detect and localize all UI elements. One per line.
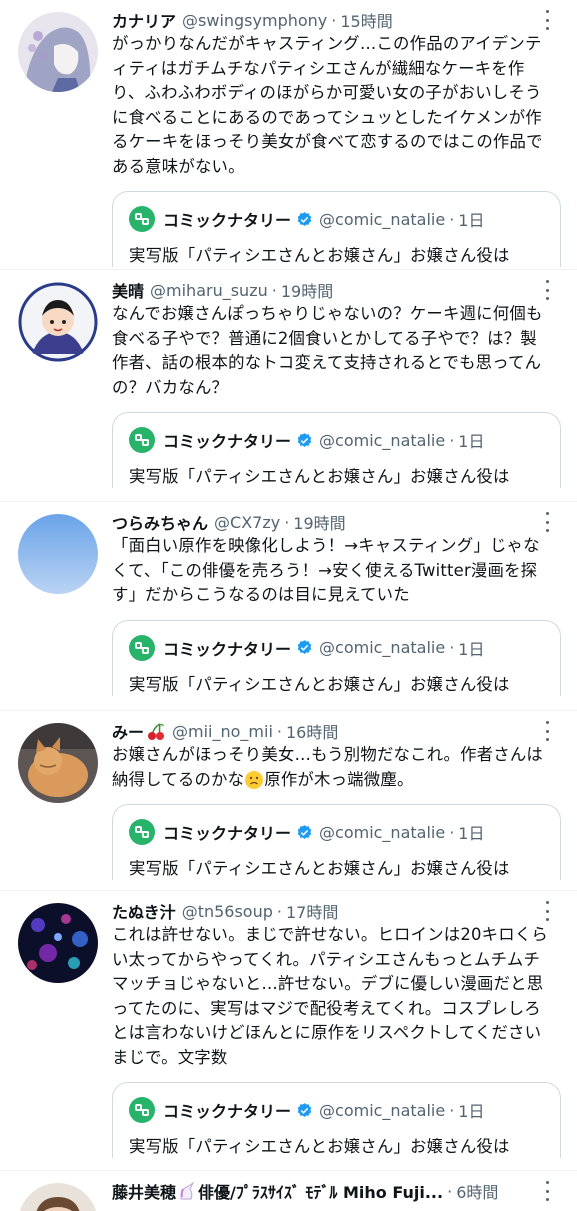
avatar[interactable] [18,12,98,92]
user-handle[interactable]: @miharu_suzu [150,281,268,300]
quoted-timestamp: 1日 [458,211,485,230]
quoted-display-name: コミックナタリー [163,639,292,659]
quoted-tweet[interactable]: コミックナタリー @comic_natalie · 1日 実写版「パティシエさん… [112,191,561,267]
display-name[interactable]: つらみちゃん [112,510,208,534]
separator-dot: · [449,1100,455,1120]
comic-natalie-logo-icon [129,427,155,453]
cherry-emoji-icon [148,723,165,740]
separator-dot: · [447,1181,453,1201]
more-dots-icon[interactable] [539,901,555,921]
quoted-display-name: コミックナタリー [163,432,292,451]
quoted-tweet[interactable]: コミックナタリー @comic_natalie · 1日 実写版「パティシエさん… [112,412,561,488]
avatar[interactable] [18,1183,98,1211]
tweet[interactable]: カナリア @swingsymphony · 15時間 がっかりなんだがキャスティ… [0,0,577,270]
quoted-display-name: コミックナタリー [163,211,292,230]
quoted-timestamp: 1日 [458,824,485,843]
quoted-user-handle: @comic_natalie [319,638,446,657]
separator-dot: · [449,209,455,229]
verified-badge-icon [297,824,312,839]
avatar[interactable] [18,514,98,594]
tweet[interactable]: 美晴 @miharu_suzu · 19時間 なんでお嬢さんぽっちゃりじゃないの… [0,270,577,502]
timestamp[interactable]: 15時間 [340,8,392,32]
display-name[interactable]: たぬき汁 [112,899,176,923]
quoted-tweet[interactable]: コミックナタリー @comic_natalie · 1日 実写版「パティシエさん… [112,1082,561,1158]
frowning-face-emoji-icon [245,771,264,789]
comic-natalie-logo-icon [129,819,155,845]
timestamp[interactable]: 16時間 [286,719,338,743]
avatar[interactable] [18,903,98,983]
quoted-user-handle: @comic_natalie [319,822,446,842]
tweet-text: 「面白い原作を映像化しよう！→キャスティング」じゃなくて、「この俳優を売ろう！→… [112,536,540,604]
comic-natalie-logo-icon [129,1097,155,1123]
timestamp[interactable]: 19時間 [293,510,345,534]
more-dots-icon[interactable] [539,1181,555,1201]
quoted-user-handle: @comic_natalie [319,209,446,229]
comic-natalie-logo-icon [129,206,155,232]
quoted-user-handle: @comic_natalie [319,1100,446,1120]
quoted-tweet[interactable]: コミックナタリー @comic_natalie · 1日 実写版「パティシエさん… [112,619,561,696]
timestamp[interactable]: 19時間 [281,278,333,302]
quoted-user-handle: @comic_natalie [319,430,446,450]
quoted-display-name: コミックナタリー [163,1102,292,1121]
separator-dot: · [276,721,282,741]
user-handle[interactable]: @swingsymphony [182,11,327,30]
separator-dot: · [271,280,277,300]
separator-dot: · [331,10,337,30]
comic-natalie-logo-icon [129,634,155,661]
quoted-display-name: コミックナタリー [163,824,292,843]
display-name[interactable]: 藤井美穂 [112,1179,176,1203]
quoted-timestamp: 1日 [458,432,485,451]
timeline-feed: カナリア @swingsymphony · 15時間 がっかりなんだがキャスティ… [0,0,577,1211]
verified-badge-icon [297,640,312,654]
more-dots-icon[interactable] [539,512,555,532]
tweet[interactable]: たぬき汁 @tn56soup · 17時間 これは許せない。まじで許せない。ヒロ… [0,891,577,1171]
tweet[interactable]: 藤井美穂 俳優/ﾌﾟﾗｽｻｲｽﾞ ﾓﾃﾞﾙ Miho Fuji... · 6時間 [0,1171,577,1211]
avatar[interactable] [18,723,98,803]
more-dots-icon[interactable] [539,280,555,300]
display-name[interactable]: みー [112,719,144,743]
verified-badge-icon [297,1102,312,1117]
quoted-text: 実写版「パティシエさんとお嬢さん」お嬢さん役は [129,674,510,694]
separator-dot: · [284,512,290,532]
quoted-text: 実写版「パティシエさんとお嬢さん」お嬢さん役は [129,246,510,265]
user-handle[interactable]: @mii_no_mii [172,722,273,741]
display-name[interactable]: カナリア [112,8,176,32]
separator-dot: · [449,822,455,842]
user-handle[interactable]: @CX7zy [214,513,280,532]
unicorn-emoji-icon [180,1181,195,1200]
timestamp[interactable]: 6時間 [456,1179,498,1203]
display-name[interactable]: 美晴 [112,278,144,302]
quoted-timestamp: 1日 [458,639,485,659]
separator-dot: · [276,901,282,921]
separator-dot: · [449,638,455,657]
separator-dot: · [449,430,455,450]
tweet-text-part: 原作が木っ端微塵。 [264,769,414,789]
quoted-timestamp: 1日 [458,1102,485,1121]
user-handle[interactable]: @tn56soup [182,902,273,921]
more-dots-icon[interactable] [539,10,555,30]
quoted-text: 実写版「パティシエさんとお嬢さん」お嬢さん役は [129,467,510,486]
verified-badge-icon [297,211,312,226]
display-name-suffix[interactable]: 俳優/ﾌﾟﾗｽｻｲｽﾞ ﾓﾃﾞﾙ Miho Fuji... [198,1179,443,1203]
tweet-text: お嬢さんがほっそり美女…もう別物だなこれ。作者さんは納得してるのかな 原作が木っ端… [112,743,561,792]
tweet[interactable]: つらみちゃん @CX7zy · 19時間 「面白い原作を映像化しよう！→キャステ… [0,502,577,711]
quoted-text: 実写版「パティシエさんとお嬢さん」お嬢さん役は [129,859,510,878]
tweet-text: これは許せない。まじで許せない。ヒロインは20キロくらい太ってからやってくれ。パ… [112,925,549,1067]
verified-badge-icon [297,432,312,447]
avatar[interactable] [18,282,98,362]
quoted-tweet[interactable]: コミックナタリー @comic_natalie · 1日 実写版「パティシエさん… [112,804,561,880]
quoted-text: 実写版「パティシエさんとお嬢さん」お嬢さん役は [129,1137,510,1156]
tweet-text: なんでお嬢さんぽっちゃりじゃないの？ケーキ週に何個も食べる子やで？普通に2個食い… [112,304,543,397]
more-dots-icon[interactable] [539,721,555,741]
timestamp[interactable]: 17時間 [286,899,338,923]
tweet[interactable]: みー @mii_no_mii · 16時間 お嬢さんがほっそり美女…もう別物だな… [0,711,577,891]
tweet-text: がっかりなんだがキャスティング…この作品のアイデンティティはガチムチなパティシエ… [112,34,543,176]
